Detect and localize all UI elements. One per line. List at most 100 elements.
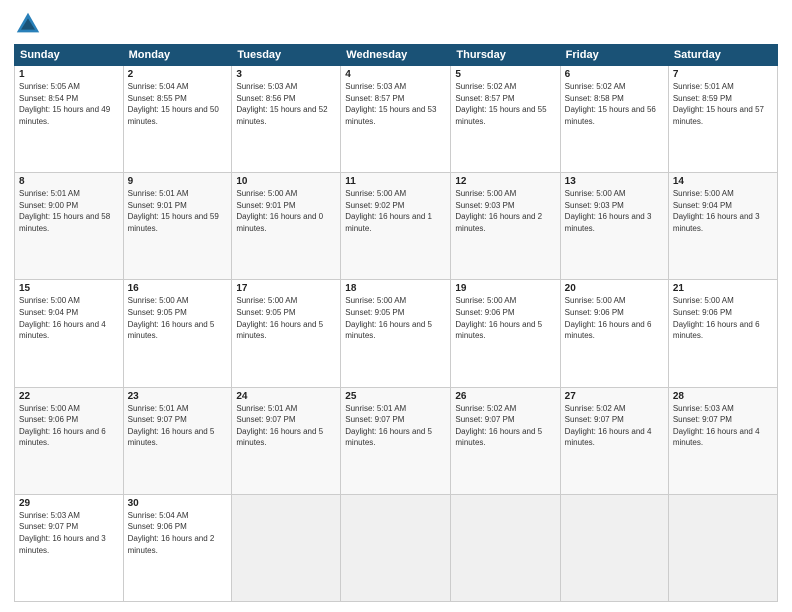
calendar-cell: 28Sunrise: 5:03 AMSunset: 9:07 PMDayligh…	[668, 387, 777, 494]
day-info: Sunrise: 5:04 AMSunset: 9:06 PMDaylight:…	[128, 510, 228, 556]
header-cell-saturday: Saturday	[668, 45, 777, 66]
calendar-cell: 10Sunrise: 5:00 AMSunset: 9:01 PMDayligh…	[232, 173, 341, 280]
day-info: Sunrise: 5:03 AMSunset: 8:57 PMDaylight:…	[345, 81, 446, 127]
day-info: Sunrise: 5:03 AMSunset: 9:07 PMDaylight:…	[673, 403, 773, 449]
header-row: SundayMondayTuesdayWednesdayThursdayFrid…	[15, 45, 778, 66]
day-info: Sunrise: 5:00 AMSunset: 9:03 PMDaylight:…	[565, 188, 664, 234]
day-number: 22	[19, 391, 119, 402]
header-cell-monday: Monday	[123, 45, 232, 66]
day-number: 7	[673, 69, 773, 80]
day-info: Sunrise: 5:02 AMSunset: 8:58 PMDaylight:…	[565, 81, 664, 127]
header	[14, 10, 778, 38]
day-number: 24	[236, 391, 336, 402]
day-number: 25	[345, 391, 446, 402]
day-info: Sunrise: 5:00 AMSunset: 9:02 PMDaylight:…	[345, 188, 446, 234]
calendar-header: SundayMondayTuesdayWednesdayThursdayFrid…	[15, 45, 778, 66]
calendar-cell: 24Sunrise: 5:01 AMSunset: 9:07 PMDayligh…	[232, 387, 341, 494]
calendar-cell: 15Sunrise: 5:00 AMSunset: 9:04 PMDayligh…	[15, 280, 124, 387]
day-info: Sunrise: 5:00 AMSunset: 9:03 PMDaylight:…	[455, 188, 555, 234]
week-row-1: 8Sunrise: 5:01 AMSunset: 9:00 PMDaylight…	[15, 173, 778, 280]
calendar-cell: 16Sunrise: 5:00 AMSunset: 9:05 PMDayligh…	[123, 280, 232, 387]
day-info: Sunrise: 5:03 AMSunset: 9:07 PMDaylight:…	[19, 510, 119, 556]
day-number: 9	[128, 176, 228, 187]
calendar-cell: 12Sunrise: 5:00 AMSunset: 9:03 PMDayligh…	[451, 173, 560, 280]
header-cell-wednesday: Wednesday	[341, 45, 451, 66]
day-info: Sunrise: 5:00 AMSunset: 9:01 PMDaylight:…	[236, 188, 336, 234]
day-info: Sunrise: 5:00 AMSunset: 9:05 PMDaylight:…	[345, 295, 446, 341]
calendar-cell: 7Sunrise: 5:01 AMSunset: 8:59 PMDaylight…	[668, 66, 777, 173]
calendar-cell: 9Sunrise: 5:01 AMSunset: 9:01 PMDaylight…	[123, 173, 232, 280]
day-number: 14	[673, 176, 773, 187]
day-info: Sunrise: 5:04 AMSunset: 8:55 PMDaylight:…	[128, 81, 228, 127]
day-info: Sunrise: 5:01 AMSunset: 8:59 PMDaylight:…	[673, 81, 773, 127]
calendar-cell: 17Sunrise: 5:00 AMSunset: 9:05 PMDayligh…	[232, 280, 341, 387]
day-number: 26	[455, 391, 555, 402]
day-number: 3	[236, 69, 336, 80]
day-info: Sunrise: 5:00 AMSunset: 9:05 PMDaylight:…	[236, 295, 336, 341]
day-info: Sunrise: 5:02 AMSunset: 9:07 PMDaylight:…	[455, 403, 555, 449]
calendar-cell: 25Sunrise: 5:01 AMSunset: 9:07 PMDayligh…	[341, 387, 451, 494]
day-number: 8	[19, 176, 119, 187]
calendar-cell	[560, 494, 668, 601]
day-number: 21	[673, 283, 773, 294]
calendar-cell: 18Sunrise: 5:00 AMSunset: 9:05 PMDayligh…	[341, 280, 451, 387]
day-number: 17	[236, 283, 336, 294]
day-number: 10	[236, 176, 336, 187]
calendar-cell: 14Sunrise: 5:00 AMSunset: 9:04 PMDayligh…	[668, 173, 777, 280]
day-number: 16	[128, 283, 228, 294]
day-number: 1	[19, 69, 119, 80]
week-row-2: 15Sunrise: 5:00 AMSunset: 9:04 PMDayligh…	[15, 280, 778, 387]
day-info: Sunrise: 5:00 AMSunset: 9:04 PMDaylight:…	[19, 295, 119, 341]
day-number: 11	[345, 176, 446, 187]
calendar-cell	[232, 494, 341, 601]
calendar-body: 1Sunrise: 5:05 AMSunset: 8:54 PMDaylight…	[15, 66, 778, 602]
header-cell-thursday: Thursday	[451, 45, 560, 66]
calendar-cell: 11Sunrise: 5:00 AMSunset: 9:02 PMDayligh…	[341, 173, 451, 280]
calendar-cell: 2Sunrise: 5:04 AMSunset: 8:55 PMDaylight…	[123, 66, 232, 173]
week-row-4: 29Sunrise: 5:03 AMSunset: 9:07 PMDayligh…	[15, 494, 778, 601]
calendar-cell: 5Sunrise: 5:02 AMSunset: 8:57 PMDaylight…	[451, 66, 560, 173]
day-number: 29	[19, 498, 119, 509]
day-info: Sunrise: 5:05 AMSunset: 8:54 PMDaylight:…	[19, 81, 119, 127]
day-number: 18	[345, 283, 446, 294]
calendar-cell: 19Sunrise: 5:00 AMSunset: 9:06 PMDayligh…	[451, 280, 560, 387]
day-info: Sunrise: 5:00 AMSunset: 9:04 PMDaylight:…	[673, 188, 773, 234]
logo	[14, 10, 46, 38]
calendar-cell	[451, 494, 560, 601]
day-info: Sunrise: 5:02 AMSunset: 9:07 PMDaylight:…	[565, 403, 664, 449]
day-number: 12	[455, 176, 555, 187]
calendar-cell	[668, 494, 777, 601]
day-number: 4	[345, 69, 446, 80]
day-info: Sunrise: 5:02 AMSunset: 8:57 PMDaylight:…	[455, 81, 555, 127]
day-info: Sunrise: 5:00 AMSunset: 9:06 PMDaylight:…	[565, 295, 664, 341]
day-number: 20	[565, 283, 664, 294]
day-number: 15	[19, 283, 119, 294]
day-number: 27	[565, 391, 664, 402]
day-number: 28	[673, 391, 773, 402]
day-number: 23	[128, 391, 228, 402]
day-number: 30	[128, 498, 228, 509]
calendar-cell: 20Sunrise: 5:00 AMSunset: 9:06 PMDayligh…	[560, 280, 668, 387]
calendar-cell: 26Sunrise: 5:02 AMSunset: 9:07 PMDayligh…	[451, 387, 560, 494]
calendar-cell: 3Sunrise: 5:03 AMSunset: 8:56 PMDaylight…	[232, 66, 341, 173]
page: SundayMondayTuesdayWednesdayThursdayFrid…	[0, 0, 792, 612]
calendar-cell: 13Sunrise: 5:00 AMSunset: 9:03 PMDayligh…	[560, 173, 668, 280]
week-row-3: 22Sunrise: 5:00 AMSunset: 9:06 PMDayligh…	[15, 387, 778, 494]
logo-icon	[14, 10, 42, 38]
day-info: Sunrise: 5:00 AMSunset: 9:06 PMDaylight:…	[455, 295, 555, 341]
header-cell-tuesday: Tuesday	[232, 45, 341, 66]
calendar-cell: 22Sunrise: 5:00 AMSunset: 9:06 PMDayligh…	[15, 387, 124, 494]
calendar-cell	[341, 494, 451, 601]
day-info: Sunrise: 5:01 AMSunset: 9:07 PMDaylight:…	[345, 403, 446, 449]
day-info: Sunrise: 5:01 AMSunset: 9:00 PMDaylight:…	[19, 188, 119, 234]
calendar-cell: 27Sunrise: 5:02 AMSunset: 9:07 PMDayligh…	[560, 387, 668, 494]
day-info: Sunrise: 5:03 AMSunset: 8:56 PMDaylight:…	[236, 81, 336, 127]
calendar-cell: 30Sunrise: 5:04 AMSunset: 9:06 PMDayligh…	[123, 494, 232, 601]
calendar-cell: 4Sunrise: 5:03 AMSunset: 8:57 PMDaylight…	[341, 66, 451, 173]
day-info: Sunrise: 5:00 AMSunset: 9:06 PMDaylight:…	[19, 403, 119, 449]
day-info: Sunrise: 5:01 AMSunset: 9:01 PMDaylight:…	[128, 188, 228, 234]
day-number: 19	[455, 283, 555, 294]
day-info: Sunrise: 5:01 AMSunset: 9:07 PMDaylight:…	[236, 403, 336, 449]
calendar-table: SundayMondayTuesdayWednesdayThursdayFrid…	[14, 44, 778, 602]
calendar-cell: 29Sunrise: 5:03 AMSunset: 9:07 PMDayligh…	[15, 494, 124, 601]
